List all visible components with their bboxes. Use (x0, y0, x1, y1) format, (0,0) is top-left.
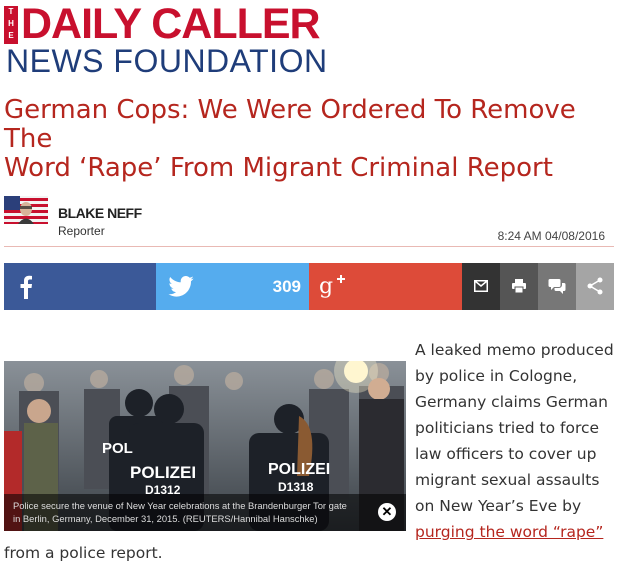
caption-line-1: Police secure the venue of New Year cele… (13, 500, 347, 511)
publish-timestamp: 8:24 AM 04/08/2016 (497, 229, 605, 243)
author-name[interactable]: BLAKE NEFF (58, 205, 142, 221)
author-avatar[interactable] (4, 196, 48, 224)
caption-line-2: in Berlin, Germany, December 31, 2015. (… (13, 513, 318, 524)
logo-daily-caller: DAILY CALLER (21, 0, 321, 48)
body-line: Germany claims German (415, 393, 608, 411)
facebook-share-button[interactable] (4, 263, 156, 310)
article-headline: German Cops: We Were Ordered To Remove T… (4, 96, 614, 183)
email-share-button[interactable] (462, 263, 500, 310)
author-role: Reporter (58, 224, 105, 238)
body-line: on New Year’s Eve by (415, 497, 582, 515)
facebook-icon (20, 275, 32, 299)
comments-button[interactable] (538, 263, 576, 310)
twitter-icon (168, 276, 194, 297)
svg-text:g: g (319, 274, 333, 299)
body-line: politicians tried to force (415, 419, 600, 437)
share-icon (587, 277, 603, 295)
vest-id-right: D1318 (278, 480, 314, 494)
headline-line-2: Word ‘Rape’ From Migrant Criminal Report (4, 153, 553, 183)
print-button[interactable] (500, 263, 538, 310)
logo-the: THE (4, 6, 18, 44)
body-tail: from a police report. (4, 544, 163, 562)
divider (4, 246, 614, 247)
vest-label-left: POLIZEI (130, 463, 196, 482)
body-line: by police in Cologne, (415, 367, 578, 385)
share-bar: 309 g (4, 263, 614, 310)
headline-line-1: German Cops: We Were Ordered To Remove T… (4, 95, 576, 154)
site-logo[interactable]: THE DAILY CALLER NEWS FOUNDATION (4, 0, 334, 78)
twitter-share-count: 309 (272, 277, 301, 296)
body-line: migrant sexual assaults (415, 471, 600, 489)
google-plus-share-button[interactable]: g (309, 263, 462, 310)
close-caption-button[interactable]: ✕ (378, 503, 396, 521)
print-icon (512, 279, 526, 293)
google-plus-icon: g (319, 274, 345, 299)
logo-news-foundation: NEWS FOUNDATION (6, 43, 328, 79)
body-line: law officers to cover up (415, 445, 597, 463)
article-body: A leaked memo produced by police in Colo… (415, 337, 615, 545)
twitter-share-button[interactable]: 309 (156, 263, 309, 310)
close-icon: ✕ (381, 504, 393, 519)
comments-icon (548, 279, 566, 294)
article-photo[interactable]: POL POLIZEI D1312 POLIZEI D1318 Police s… (4, 361, 406, 531)
source-link[interactable]: purging the word “rape” (415, 523, 603, 541)
photo-caption: Police secure the venue of New Year cele… (4, 494, 406, 531)
vest-label-far-left: POL (102, 440, 133, 457)
body-line: A leaked memo produced (415, 341, 614, 359)
vest-label-right: POLIZEI (268, 461, 330, 478)
share-more-button[interactable] (576, 263, 614, 310)
mail-icon (474, 280, 488, 292)
